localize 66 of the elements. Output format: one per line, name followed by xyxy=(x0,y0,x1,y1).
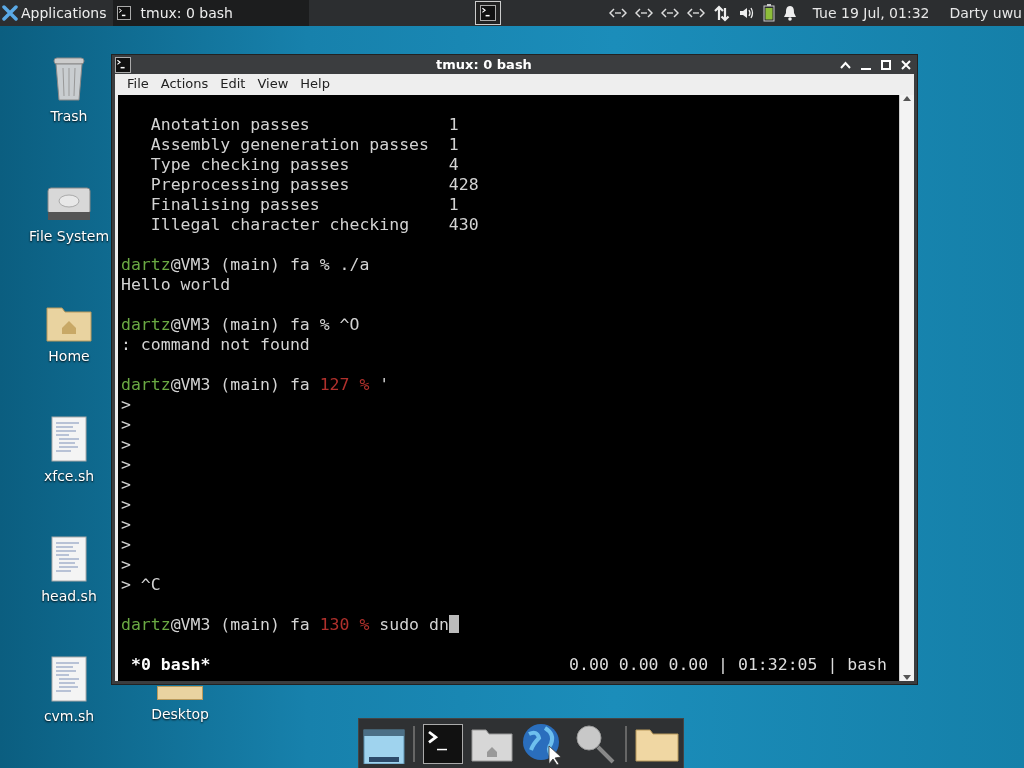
desktop-icon-label[interactable]: Home xyxy=(48,348,90,364)
terminal-line: > xyxy=(121,495,132,515)
volume-icon[interactable] xyxy=(738,6,755,20)
desktop-icon-label[interactable]: cvm.sh xyxy=(43,708,95,724)
desktop-icon-label[interactable]: File System xyxy=(28,228,110,244)
terminal-line: > xyxy=(121,435,132,455)
terminal-icon xyxy=(479,5,496,21)
taskbar-button[interactable]: tmux: 0 bash xyxy=(112,0,309,26)
menu-item[interactable]: Help xyxy=(294,74,336,93)
scroll-up-icon[interactable] xyxy=(903,95,911,101)
magnifier-icon[interactable] xyxy=(573,722,617,766)
tmux-status-info: 0.00 0.00 0.00 | 01:32:05 | bash xyxy=(569,655,887,675)
cross-logo-icon xyxy=(2,5,18,21)
scroll-down-icon[interactable] xyxy=(903,675,911,681)
menu-item[interactable]: Edit xyxy=(214,74,252,93)
terminal-icon xyxy=(116,6,131,20)
window-title: tmux: 0 bash xyxy=(435,57,533,72)
terminal-line: Anotation passes 1 xyxy=(149,115,460,135)
bell-icon[interactable] xyxy=(782,5,797,21)
battery-icon[interactable] xyxy=(762,4,775,22)
terminal-line: dartz@VM3 (main) fa 127 % ' xyxy=(121,375,391,395)
terminal-line: > xyxy=(121,475,132,495)
terminal-line: > ^C xyxy=(121,575,162,595)
terminal-line: : command not found xyxy=(121,335,311,355)
terminal-icon[interactable] xyxy=(423,724,463,764)
document-icon xyxy=(51,416,87,462)
terminal-line: > xyxy=(121,555,132,575)
applications-menu[interactable]: Applications xyxy=(0,0,113,26)
terminal-line: > xyxy=(121,455,132,475)
terminal-line: > xyxy=(121,395,132,415)
network-icon[interactable] xyxy=(686,7,705,19)
terminal-line: dartz@VM3 (main) fa % ^O xyxy=(121,315,361,335)
menu-item[interactable]: View xyxy=(251,74,295,93)
user-name[interactable]: Darty uwu xyxy=(949,5,1022,21)
network-icon[interactable] xyxy=(608,7,627,19)
network-icon[interactable] xyxy=(660,7,679,19)
transfer-arrows-icon[interactable] xyxy=(712,4,731,22)
desktop-icon-label[interactable]: Trash xyxy=(50,108,88,124)
terminal-line: > xyxy=(121,515,132,535)
trash-icon xyxy=(51,56,87,102)
terminal-line: dartz@VM3 (main) fa % ./a xyxy=(121,255,371,275)
home-folder-icon xyxy=(46,304,92,342)
menu-item[interactable]: File xyxy=(121,74,155,93)
clock[interactable]: Tue 19 Jul, 01:32 xyxy=(812,5,930,21)
document-icon xyxy=(51,536,87,582)
network-icon[interactable] xyxy=(634,7,653,19)
terminal-line: Assembly geneneration passes 1 xyxy=(149,135,460,155)
hard-drive-icon xyxy=(46,186,92,222)
desktop-icon-label[interactable]: head.sh xyxy=(41,588,97,604)
terminal-line: > xyxy=(121,535,132,555)
menu-item[interactable]: Actions xyxy=(154,74,215,93)
workspace-button[interactable] xyxy=(474,1,501,25)
terminal-line: Preprocessing passes 428 xyxy=(149,175,480,195)
terminal-line: Finalising passes 1 xyxy=(149,195,460,215)
desktop-icon-label[interactable]: Desktop xyxy=(151,706,209,722)
terminal-line: > xyxy=(121,415,132,435)
tmux-window-label: *0 bash* xyxy=(130,655,211,675)
terminal-line: Type checking passes 4 xyxy=(149,155,460,175)
scrollbar[interactable] xyxy=(899,95,914,681)
terminal-line: Hello world xyxy=(121,275,232,295)
terminal-line: dartz@VM3 (main) fa 130 % sudo dn xyxy=(121,615,899,635)
desktop-icon-label[interactable]: xfce.sh xyxy=(43,468,95,484)
home-folder-icon[interactable] xyxy=(471,726,513,762)
terminal-icon xyxy=(115,56,131,73)
terminal-line: Illegal character checking 430 xyxy=(149,215,480,235)
document-icon xyxy=(51,656,87,702)
